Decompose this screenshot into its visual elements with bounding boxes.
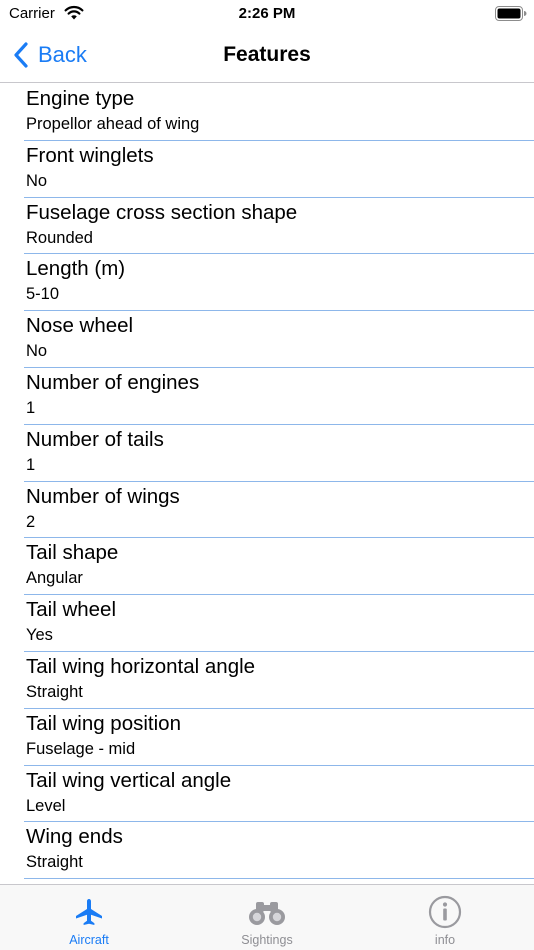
battery-icon xyxy=(495,6,527,21)
tab-aircraft[interactable]: Aircraft xyxy=(0,885,178,950)
list-item[interactable]: Tail wing horizontal angle Straight xyxy=(24,652,534,709)
list-item[interactable]: Front winglets No xyxy=(24,141,534,198)
feature-name: Tail shape xyxy=(26,541,119,565)
feature-value: Straight xyxy=(26,853,83,872)
status-bar: Carrier 2:26 PM xyxy=(0,0,534,30)
feature-name: Tail wing horizontal angle xyxy=(26,654,256,678)
tab-bar: Aircraft Sightings info xyxy=(0,884,534,950)
list-item[interactable]: Nose wheel No xyxy=(24,311,534,368)
status-time: 2:26 PM xyxy=(238,5,296,22)
list-item[interactable]: Tail wing vertical angle Level xyxy=(24,766,534,823)
info-icon xyxy=(428,895,462,929)
airplane-icon xyxy=(76,899,102,925)
feature-value: Propellor ahead of wing xyxy=(26,115,200,133)
feature-name: Number of engines xyxy=(26,370,200,394)
binoculars-icon xyxy=(249,902,285,925)
list-item[interactable]: Number of tails 1 xyxy=(24,425,534,482)
feature-name: Number of wings xyxy=(26,484,180,508)
feature-name: Wing ends xyxy=(26,825,123,849)
list-item[interactable]: Tail shape Angular xyxy=(24,538,534,596)
feature-name: Front winglets xyxy=(26,143,154,167)
feature-name: Length (m) xyxy=(26,257,126,281)
feature-value: 2 xyxy=(26,512,36,531)
tab-sightings[interactable]: Sightings xyxy=(178,885,356,950)
feature-value: Angular xyxy=(26,569,83,588)
list-item[interactable]: Fuselage cross section shape Rounded xyxy=(24,198,534,255)
list-item[interactable]: Tail wheel Yes xyxy=(24,595,534,652)
list-item[interactable]: Number of wings 2 xyxy=(24,482,534,539)
list-item[interactable]: Length (m) 5-10 xyxy=(24,254,534,312)
feature-name: Number of tails xyxy=(26,427,164,451)
feature-value: No xyxy=(26,171,48,190)
feature-value: No xyxy=(26,342,48,361)
list-item[interactable]: Tail wing position Fuselage - mid xyxy=(24,709,534,766)
list-item[interactable]: Number of engines 1 xyxy=(24,368,534,425)
feature-value: Fuselage - mid xyxy=(26,739,136,758)
feature-value: Rounded xyxy=(26,228,93,247)
tab-info[interactable]: info xyxy=(356,885,534,950)
feature-value: 5-10 xyxy=(26,285,60,304)
feature-list[interactable]: Engine type Propellor ahead of wing Fron… xyxy=(0,84,534,884)
list-item[interactable]: Wing ends Straight xyxy=(24,822,534,880)
list-item[interactable]: Engine type Propellor ahead of wing xyxy=(24,84,534,141)
feature-value: Yes xyxy=(26,626,53,645)
tab-label: info xyxy=(434,933,456,947)
tab-label: Aircraft xyxy=(69,933,109,947)
page-title: Features xyxy=(223,43,311,66)
feature-value: 1 xyxy=(26,455,36,474)
feature-name: Fuselage cross section shape xyxy=(26,200,298,224)
feature-name: Nose wheel xyxy=(26,314,134,338)
tab-label: Sightings xyxy=(241,933,293,947)
feature-value: 1 xyxy=(26,398,36,417)
feature-name: Tail wing position xyxy=(26,711,181,735)
feature-name: Engine type xyxy=(26,87,135,110)
feature-value: Straight xyxy=(26,682,83,701)
navigation-bar: Back Features xyxy=(0,30,534,83)
feature-value: Level xyxy=(26,796,66,815)
feature-name: Tail wheel xyxy=(26,598,117,622)
feature-name: Tail wing vertical angle xyxy=(26,768,232,792)
